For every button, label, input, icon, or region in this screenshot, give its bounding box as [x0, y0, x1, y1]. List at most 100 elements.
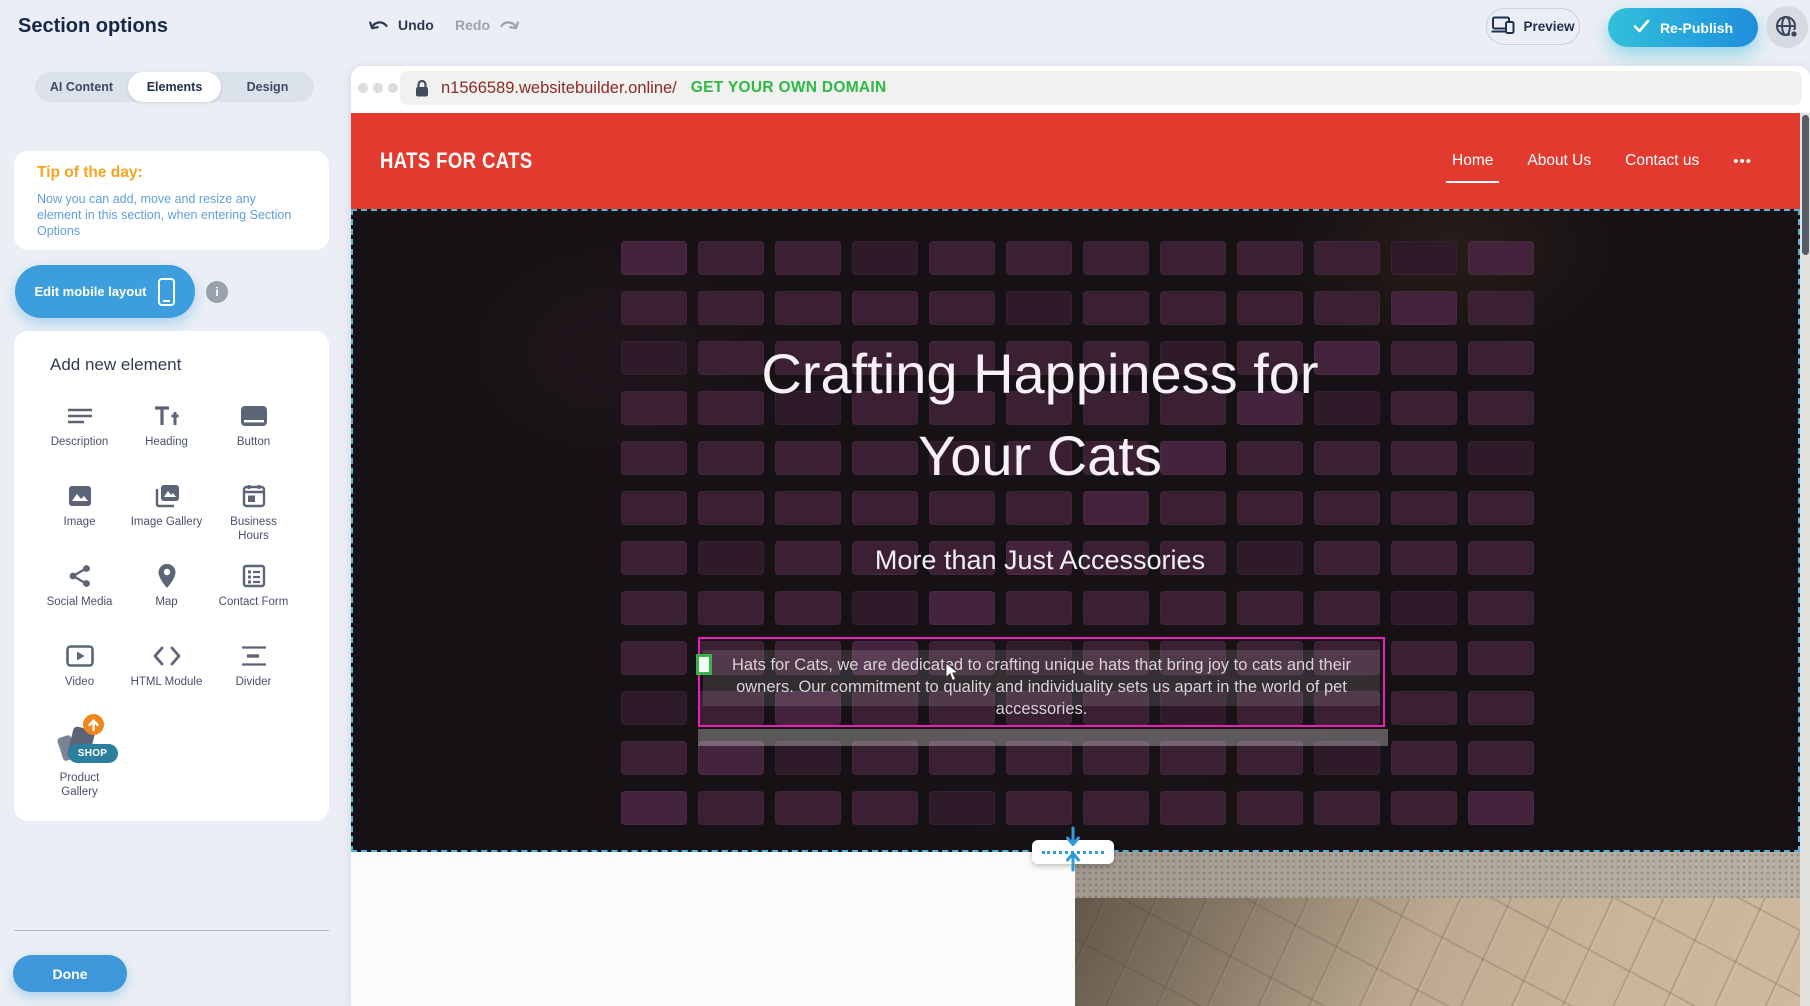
hero-tile	[852, 791, 918, 825]
product-gallery-icon: SHOP	[56, 721, 104, 767]
selected-text-widget[interactable]: Hats for Cats, we are dedicated to craft…	[698, 637, 1385, 727]
hero-tile	[621, 691, 687, 725]
hero-subheading[interactable]: More than Just Accessories	[690, 545, 1390, 576]
image-icon	[68, 481, 92, 511]
image-gallery-icon	[153, 481, 181, 511]
hero-paragraph: Hats for Cats, we are dedicated to craft…	[712, 654, 1371, 720]
undo-button[interactable]: Undo	[368, 17, 434, 33]
info-icon[interactable]: i	[206, 281, 228, 303]
element-item-description[interactable]: Description	[36, 391, 123, 471]
element-item-map[interactable]: Map	[123, 551, 210, 631]
element-item-divider[interactable]: Divider	[210, 631, 297, 711]
hero-tile	[1083, 591, 1149, 625]
hero-tile	[1391, 291, 1457, 325]
hero-tile	[1314, 291, 1380, 325]
button-icon	[240, 401, 268, 431]
get-your-own-domain-link[interactable]: GET YOUR OWN DOMAIN	[691, 79, 887, 97]
hero-tile	[621, 391, 687, 425]
hero-tile	[1468, 291, 1534, 325]
app: Section options Undo Redo Preview Re-Pub…	[0, 0, 1810, 1006]
preview-button[interactable]: Preview	[1486, 8, 1580, 45]
next-section-photo[interactable]	[1075, 852, 1810, 1006]
language-globe-button[interactable]	[1766, 6, 1808, 48]
browser-dot	[358, 83, 368, 93]
hero-tile	[1314, 791, 1380, 825]
nav-more-icon[interactable]: •••	[1733, 153, 1752, 170]
check-icon	[1633, 19, 1650, 36]
hero-tile	[1391, 641, 1457, 675]
browser-address-bar[interactable]: n1566589.websitebuilder.online/ GET YOUR…	[400, 71, 1802, 105]
hero-tile	[1083, 291, 1149, 325]
hero-tile	[1006, 591, 1072, 625]
edit-mobile-layout-button[interactable]: Edit mobile layout	[15, 265, 195, 318]
hero-tile	[621, 791, 687, 825]
add-new-element-card: Add new element Description Heading Butt…	[14, 331, 329, 821]
hero-tile	[1237, 591, 1303, 625]
element-item-label: Product Gallery	[41, 772, 119, 799]
preview-label: Preview	[1523, 19, 1574, 34]
hero-tile	[1468, 541, 1534, 575]
upgrade-arrow-icon	[83, 714, 104, 735]
element-item-business-hours[interactable]: Business Hours	[210, 471, 297, 551]
site-scrollbar[interactable]	[1800, 113, 1810, 1006]
element-item-label: Map	[128, 596, 206, 610]
hero-heading[interactable]: Crafting Happiness for Your Cats	[720, 333, 1360, 497]
hero-tile	[1468, 691, 1534, 725]
element-item-button[interactable]: Button	[210, 391, 297, 471]
hero-tile	[1468, 791, 1534, 825]
hero-tile	[621, 641, 687, 675]
tab-elements[interactable]: Elements	[128, 72, 221, 102]
hero-tile	[698, 591, 764, 625]
divider-icon	[241, 641, 267, 671]
contact-form-icon	[242, 561, 266, 591]
hero-tile	[852, 241, 918, 275]
redo-button[interactable]: Redo	[455, 17, 520, 33]
map-pin-icon	[157, 561, 177, 591]
element-item-video[interactable]: Video	[36, 631, 123, 711]
hero-tile	[621, 341, 687, 375]
hero-section[interactable]: Crafting Happiness for Your Cats More th…	[351, 209, 1800, 852]
hero-tile	[1160, 291, 1226, 325]
hero-tile	[1237, 791, 1303, 825]
hero-tile	[1391, 741, 1457, 775]
mobile-phone-icon	[158, 278, 175, 306]
hero-tile	[1314, 241, 1380, 275]
tab-design[interactable]: Design	[221, 72, 314, 102]
element-item-image-gallery[interactable]: Image Gallery	[123, 471, 210, 551]
element-item-html-module[interactable]: HTML Module	[123, 631, 210, 711]
next-section-white[interactable]	[351, 852, 1075, 1006]
element-item-contact-form[interactable]: Contact Form	[210, 551, 297, 631]
site-nav: Home About Us Contact us •••	[1452, 113, 1752, 209]
hero-tile	[698, 741, 764, 775]
element-item-product-gallery[interactable]: SHOP Product Gallery	[36, 711, 123, 811]
section-resize-handle[interactable]	[1032, 840, 1114, 864]
hero-tile	[1237, 241, 1303, 275]
done-button[interactable]: Done	[13, 955, 127, 992]
widget-resize-handle[interactable]	[696, 654, 712, 675]
hero-tile	[698, 791, 764, 825]
browser-dot	[373, 83, 383, 93]
nav-item-about-us[interactable]: About Us	[1527, 152, 1591, 170]
element-item-label: Button	[215, 436, 293, 450]
element-item-heading[interactable]: Heading	[123, 391, 210, 471]
globe-icon	[1774, 14, 1800, 40]
hero-tile	[621, 541, 687, 575]
element-item-image[interactable]: Image	[36, 471, 123, 551]
republish-button[interactable]: Re-Publish	[1608, 8, 1758, 47]
business-hours-icon	[242, 481, 266, 511]
nav-item-home[interactable]: Home	[1452, 152, 1493, 170]
hero-tile	[775, 591, 841, 625]
element-grid: Description Heading Button Image	[36, 391, 329, 811]
hero-tile	[1468, 391, 1534, 425]
hero-tile	[1314, 591, 1380, 625]
scrollbar-thumb[interactable]	[1802, 115, 1809, 255]
element-item-social-media[interactable]: Social Media	[36, 551, 123, 631]
element-item-label: Image	[41, 516, 119, 530]
hero-tile	[698, 291, 764, 325]
tab-ai-content[interactable]: AI Content	[35, 72, 128, 102]
photo-concrete-band	[1075, 852, 1810, 898]
site-logo[interactable]: HATS FOR CATS	[380, 113, 533, 209]
nav-item-contact-us[interactable]: Contact us	[1625, 152, 1699, 170]
element-item-label: Video	[41, 676, 119, 690]
add-new-element-title: Add new element	[50, 355, 329, 375]
